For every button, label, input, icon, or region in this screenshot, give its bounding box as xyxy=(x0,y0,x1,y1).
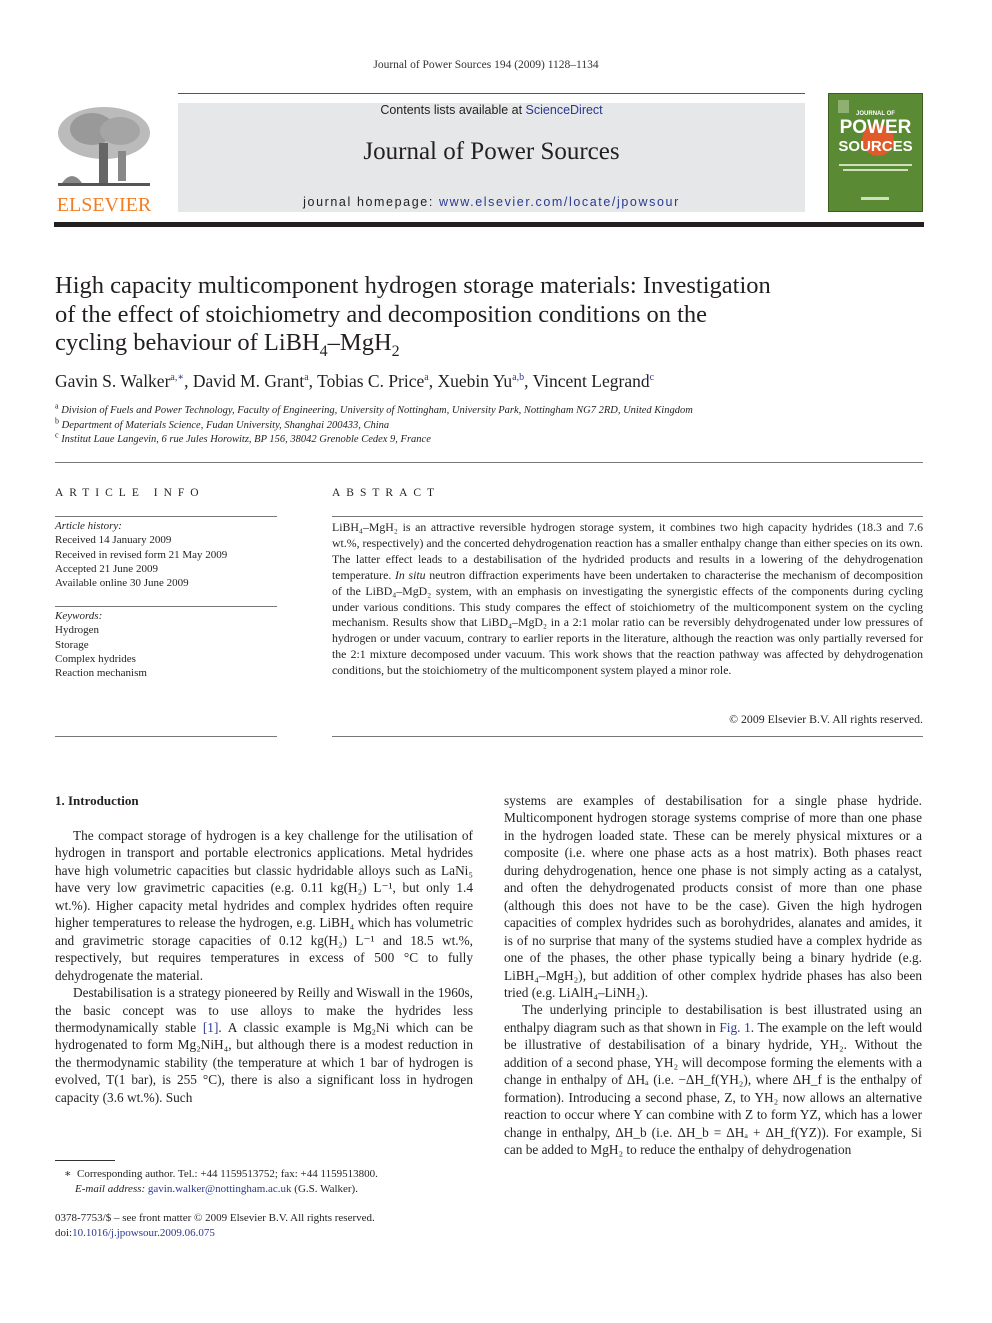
history-entry: Available online 30 June 2009 xyxy=(55,577,189,590)
keyword: Storage xyxy=(55,638,89,651)
paragraph-text: . The example on the left would be illus… xyxy=(504,1019,922,1158)
doi-label: doi: xyxy=(55,1227,73,1239)
elsevier-wordmark[interactable]: ELSEVIER xyxy=(52,194,156,217)
header-thick-rule xyxy=(54,222,924,227)
keyword: Complex hydrides xyxy=(55,652,136,665)
footnote-rule xyxy=(55,1160,115,1161)
history-entry: Received in revised form 21 May 2009 xyxy=(55,548,228,561)
article-history-label: Article history: xyxy=(55,520,122,532)
article-info-heading: ARTICLE INFO xyxy=(55,487,205,499)
author-name: David M. Grant xyxy=(192,371,305,391)
affiliation-text: Department of Materials Science, Fudan U… xyxy=(61,419,390,431)
front-matter-text: 0378-7753/$ – see front matter © 2009 El… xyxy=(55,1212,375,1224)
author-name: Xuebin Yu xyxy=(437,371,513,391)
title-line-3-text: cycling behaviour of LiBH xyxy=(55,329,320,356)
title-line-3: cycling behaviour of LiBH4–MgH2 xyxy=(55,329,875,360)
cover-line2: POWER xyxy=(839,117,912,138)
doi-link[interactable]: 10.1016/j.jpowsour.2009.06.075 xyxy=(72,1227,215,1239)
title-line-3-mid: –MgH xyxy=(327,329,392,356)
author[interactable]: Vincent Legrandc xyxy=(533,371,654,391)
right-column: systems are examples of destabilisation … xyxy=(504,792,922,1159)
abstract-text-part: neutron diffraction experiments have bee… xyxy=(332,567,923,678)
email-label: E-mail address: xyxy=(75,1183,148,1195)
front-matter: 0378-7753/$ – see front matter © 2009 El… xyxy=(55,1211,375,1241)
author[interactable]: Gavin S. Walkera,∗ xyxy=(55,371,184,391)
author-affiliation-marker[interactable]: a,∗ xyxy=(170,372,184,383)
divider xyxy=(55,462,923,463)
divider xyxy=(55,516,277,517)
history-entry: Received 14 January 2009 xyxy=(55,534,172,547)
section-heading-introduction: 1. Introduction xyxy=(55,793,139,808)
footnote-text: Corresponding author. Tel.: +44 11595137… xyxy=(76,1168,378,1180)
author[interactable]: Tobias C. Pricea xyxy=(317,371,429,391)
author-list: Gavin S. Walkera,∗, David M. Granta, Tob… xyxy=(55,371,655,391)
email-suffix: (G.S. Walker). xyxy=(291,1183,358,1195)
cover-subtitle-rule-2 xyxy=(843,169,908,171)
divider xyxy=(332,516,923,517)
affiliation-key: b xyxy=(55,416,59,425)
divider xyxy=(332,736,923,737)
homepage-prefix: journal homepage: xyxy=(303,195,439,209)
title-subscript: 4 xyxy=(319,342,328,360)
affiliation-text: Division of Fuels and Power Technology, … xyxy=(61,405,693,416)
cover-logo-mark-icon xyxy=(861,197,889,200)
affiliation-text: Institut Laue Langevin, 6 rue Jules Horo… xyxy=(61,434,431,445)
running-head: Journal of Power Sources 194 (2009) 1128… xyxy=(373,59,599,71)
abstract-heading: ABSTRACT xyxy=(332,487,441,499)
title-line-1: High capacity multicomponent hydrogen st… xyxy=(55,272,771,299)
abstract-copyright: © 2009 Elsevier B.V. All rights reserved… xyxy=(729,712,923,726)
author[interactable]: David M. Granta xyxy=(193,371,309,391)
affiliation-key: c xyxy=(55,430,59,440)
left-column: The compact storage of hydrogen is a key… xyxy=(55,827,473,1106)
header-rule xyxy=(178,93,805,94)
divider xyxy=(55,736,277,737)
author-affiliation-marker[interactable]: a xyxy=(304,372,308,383)
corresponding-author-footnote: ∗ Corresponding author. Tel.: +44 115951… xyxy=(64,1167,378,1197)
title-line-2: of the effect of stoichiometry and decom… xyxy=(55,300,708,328)
article-title: High capacity multicomponent hydrogen st… xyxy=(55,272,875,360)
abstract-italic: In situ xyxy=(394,567,426,582)
affiliation: c Institut Laue Langevin, 6 rue Jules Ho… xyxy=(55,430,693,448)
abstract-text: LiBH₄–MgH₂ is an attractive reversible h… xyxy=(332,520,923,679)
divider xyxy=(55,606,277,607)
article-history: Article history: Received 14 January 200… xyxy=(55,519,227,590)
keywords-label: Keywords: xyxy=(55,610,103,622)
affiliation: a Division of Fuels and Power Technology… xyxy=(55,401,693,419)
title-subscript: 2 xyxy=(391,342,400,360)
journal-title: Journal of Power Sources xyxy=(363,138,620,165)
contents-line: Contents lists available at ScienceDirec… xyxy=(178,103,805,117)
author-name: Vincent Legrand xyxy=(532,371,650,391)
contents-prefix: Contents lists available at xyxy=(380,103,526,117)
homepage-link[interactable]: www.elsevier.com/locate/jpowsour xyxy=(439,195,680,209)
affiliation-key: a xyxy=(55,401,59,411)
footnote-marker: ∗ xyxy=(64,1168,72,1180)
affiliation: b Department of Materials Science, Fudan… xyxy=(55,416,693,434)
paragraph: The compact storage of hydrogen is a key… xyxy=(55,828,473,983)
tree-icon xyxy=(58,107,150,186)
author[interactable]: Xuebin Yua,b xyxy=(437,371,524,391)
author-affiliation-marker[interactable]: a,b xyxy=(512,372,524,383)
cover-line3: SOURCES xyxy=(838,138,913,155)
keywords: Keywords: Hydrogen Storage Complex hydri… xyxy=(55,609,147,680)
sciencedirect-link[interactable]: ScienceDirect xyxy=(526,103,603,117)
cover-subtitle-rule xyxy=(839,164,912,166)
author-name: Tobias C. Price xyxy=(317,371,425,391)
keyword: Reaction mechanism xyxy=(55,667,147,680)
affiliations: a Division of Fuels and Power Technology… xyxy=(55,401,693,448)
paragraph: The underlying principle to destabilisat… xyxy=(504,1001,922,1158)
paragraph: Destabilisation is a strategy pioneered … xyxy=(55,984,473,1106)
author-name: Gavin S. Walker xyxy=(55,371,171,391)
journal-cover-thumbnail[interactable]: JOURNAL OF POWER SOURCES xyxy=(828,93,923,212)
journal-homepage-line: journal homepage: www.elsevier.com/locat… xyxy=(178,195,805,209)
citation-link[interactable]: [1] xyxy=(203,1020,219,1035)
email-link[interactable]: gavin.walker@nottingham.ac.uk xyxy=(148,1183,292,1195)
author-affiliation-marker[interactable]: a xyxy=(424,372,428,383)
history-entry: Accepted 21 June 2009 xyxy=(55,562,158,575)
author-affiliation-marker[interactable]: c xyxy=(650,372,654,383)
figure-link[interactable]: Fig. 1 xyxy=(719,1020,750,1035)
paragraph: systems are examples of destabilisation … xyxy=(504,793,922,1000)
keyword: Hydrogen xyxy=(55,624,99,637)
